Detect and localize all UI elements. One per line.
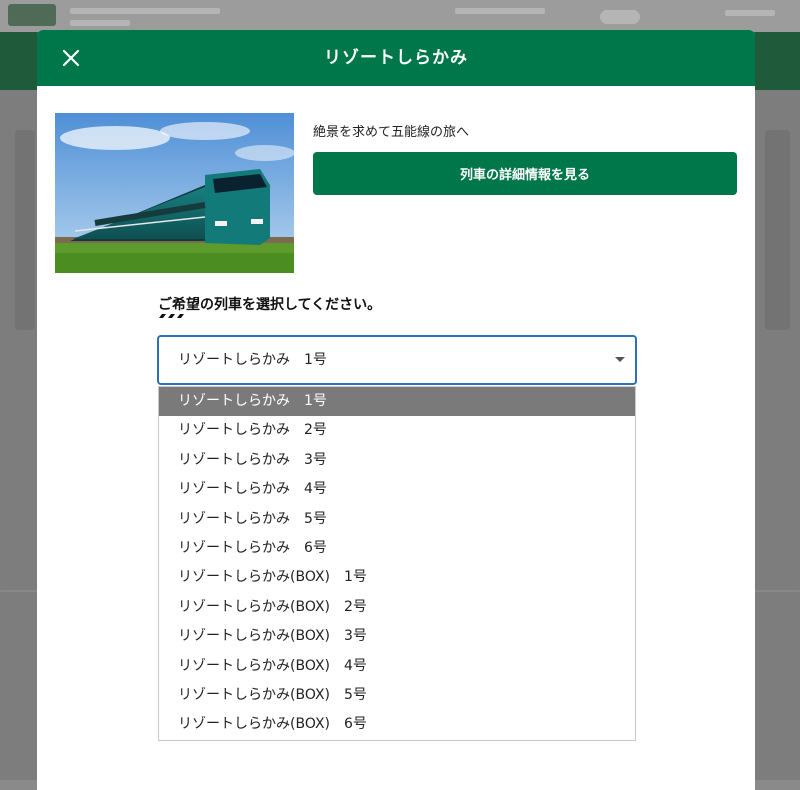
train-select-dropdown: リゾートしらかみ 1号 リゾートしらかみ 2号 リゾートしらかみ 3号 リゾート… [158,386,636,741]
train-option[interactable]: リゾートしらかみ(BOX) 4号 [159,652,635,681]
background-block [765,130,790,330]
train-detail-button[interactable]: 列車の詳細情報を見る [313,152,737,195]
background-text [725,10,775,16]
train-option[interactable]: リゾートしらかみ 1号 [159,387,635,417]
background-logo [8,4,56,26]
train-option[interactable]: リゾートしらかみ(BOX) 6号 [159,710,635,739]
train-photo [55,113,294,273]
close-icon [62,49,80,67]
chevron-down-icon [615,357,625,362]
background-header [0,0,800,32]
background-block [15,130,35,330]
train-option[interactable]: リゾートしらかみ(BOX) 5号 [159,681,635,710]
train-select-modal: リゾートしらかみ 絶景を求めて五能線の旅へ 列車の詳細情報を見る ご希望の列車を… [37,30,755,790]
train-option[interactable]: リゾートしらかみ 3号 [159,446,635,475]
modal-title: リゾートしらかみ [324,48,468,68]
train-option[interactable]: リゾートしらかみ(BOX) 2号 [159,593,635,622]
background-text [70,8,220,14]
train-option[interactable]: リゾートしらかみ 2号 [159,416,635,445]
close-button[interactable] [57,44,85,72]
train-catchphrase: 絶景を求めて五能線の旅へ [313,125,470,140]
train-option[interactable]: リゾートしらかみ(BOX) 1号 [159,563,635,592]
train-select[interactable]: リゾートしらかみ 1号 [157,335,637,385]
background-text [455,8,545,14]
select-heading: ご希望の列車を選択してください。 [158,297,382,313]
train-option[interactable]: リゾートしらかみ 4号 [159,475,635,504]
heading-underline-decoration [159,314,184,318]
train-option[interactable]: リゾートしらかみ 6号 [159,534,635,563]
train-select-value: リゾートしらかみ 1号 [178,352,327,368]
background-text [600,10,640,24]
modal-header: リゾートしらかみ [37,30,755,86]
train-option[interactable]: リゾートしらかみ(BOX) 3号 [159,622,635,651]
background-text [70,20,130,26]
train-option[interactable]: リゾートしらかみ 5号 [159,505,635,534]
